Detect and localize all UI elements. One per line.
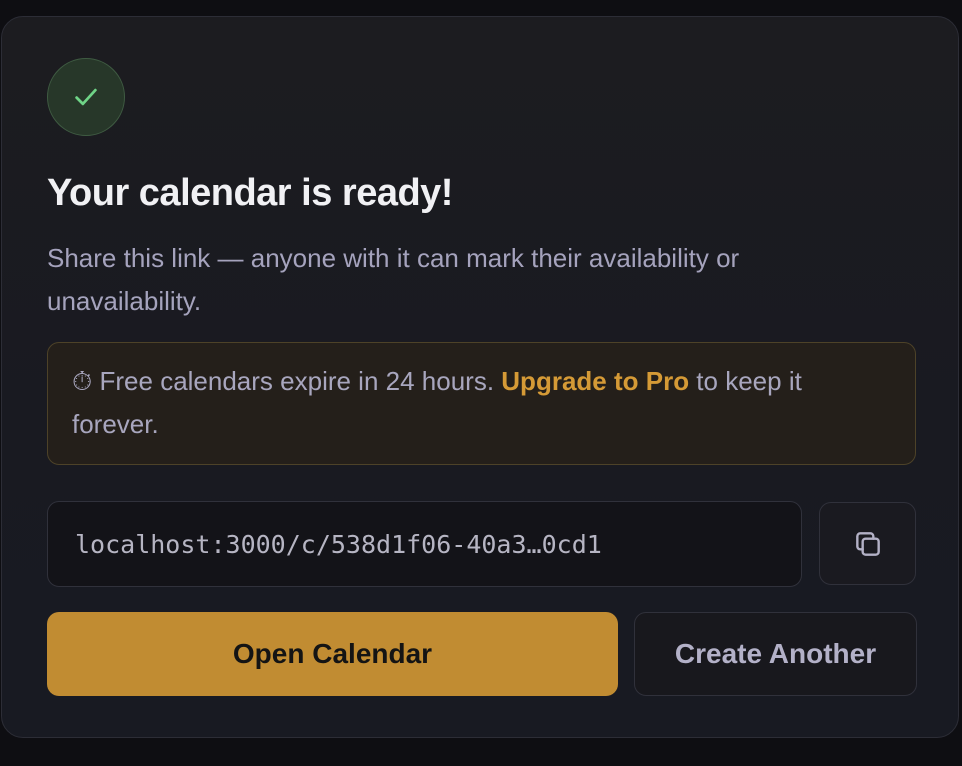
expiry-notice: ⏱ Free calendars expire in 24 hours. Upg…: [47, 342, 916, 465]
share-description: Share this link — anyone with it can mar…: [47, 243, 740, 316]
expiry-text: Free calendars expire in 24 hours.: [92, 366, 502, 396]
timer-icon: ⏱: [72, 366, 93, 396]
upgrade-to-pro-link[interactable]: Upgrade to Pro: [501, 366, 689, 396]
success-badge: [47, 58, 125, 136]
copy-icon: [855, 531, 880, 556]
checkmark-icon: [75, 88, 97, 106]
share-link-field[interactable]: [47, 501, 802, 587]
calendar-ready-card: Your calendar is ready! Share this link …: [1, 16, 959, 738]
create-another-button[interactable]: Create Another: [634, 612, 917, 696]
copy-link-button[interactable]: [819, 502, 916, 585]
open-calendar-button[interactable]: Open Calendar: [47, 612, 618, 696]
page-title: Your calendar is ready!: [47, 172, 453, 214]
